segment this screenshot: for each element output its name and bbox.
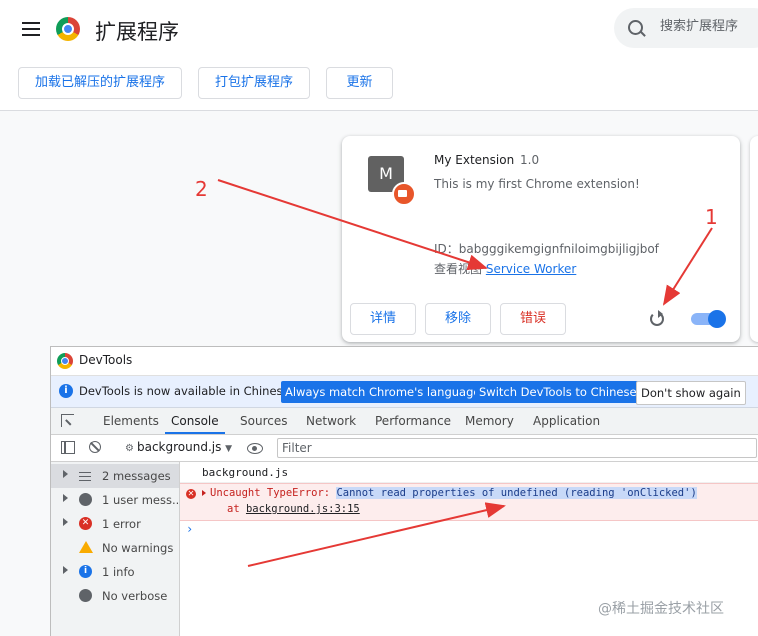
sidebar-item-errors[interactable]: ✕ 1 error: [51, 512, 179, 536]
remove-button[interactable]: 移除: [425, 303, 491, 335]
chrome-logo-icon: [56, 17, 80, 41]
devtools-window: DevTools i DevTools is now available in …: [50, 346, 758, 636]
extensions-header: 扩展程序: [0, 0, 758, 60]
verbose-icon: [79, 589, 92, 602]
inspect-views-row: 查看视图 Service Worker: [434, 260, 576, 277]
context-selector[interactable]: ⚙ background.js ▼: [125, 440, 232, 454]
match-language-button[interactable]: Always match Chrome's language: [281, 381, 485, 403]
tab-network[interactable]: Network: [306, 408, 356, 434]
switch-chinese-button[interactable]: Switch DevTools to Chinese: [475, 381, 641, 403]
load-unpacked-button[interactable]: 加载已解压的扩展程序: [18, 67, 182, 99]
search-input[interactable]: [658, 18, 758, 35]
chrome-logo-icon: [57, 353, 73, 369]
inspect-views-label: 查看视图: [434, 262, 483, 276]
clear-console-icon[interactable]: [89, 441, 101, 453]
sidebar-item-label: 1 error: [102, 517, 141, 531]
annotation-1: 1: [705, 205, 718, 229]
errors-button[interactable]: 错误: [500, 303, 566, 335]
pack-extension-button[interactable]: 打包扩展程序: [198, 67, 310, 99]
inspect-element-icon[interactable]: [61, 414, 74, 427]
sidebar-item-info[interactable]: i 1 info: [51, 560, 179, 584]
console-error-entry: ✕ Uncaught TypeError: Cannot read proper…: [180, 483, 758, 521]
console-toolbar: ⚙ background.js ▼: [51, 435, 758, 462]
developer-toolbar: 加载已解压的扩展程序 打包扩展程序 更新: [0, 60, 758, 111]
update-button[interactable]: 更新: [326, 67, 393, 99]
list-icon: [79, 469, 92, 482]
console-sidebar: 2 messages 1 user mess... ✕ 1 error No w…: [51, 462, 180, 636]
user-icon: [79, 493, 92, 506]
sidebar-item-label: 1 info: [102, 565, 135, 579]
error-message: Cannot read properties of undefined (rea…: [336, 487, 697, 499]
extension-version: 1.0: [520, 153, 540, 167]
tab-elements[interactable]: Elements: [103, 408, 159, 434]
chevron-down-icon: ▼: [225, 444, 233, 454]
devtools-title: DevTools: [79, 353, 133, 367]
gear-icon: ⚙: [125, 443, 134, 454]
expand-caret-icon[interactable]: [63, 494, 68, 502]
console-log-line: background.js: [180, 462, 758, 483]
warning-icon: [79, 541, 93, 553]
search-box[interactable]: [614, 8, 758, 48]
sidebar-item-verbose[interactable]: No verbose: [51, 584, 179, 608]
search-icon: [628, 20, 643, 35]
record-badge-icon: [392, 182, 416, 206]
sidebar-item-messages[interactable]: 2 messages: [51, 464, 179, 488]
language-infobar: i DevTools is now available in Chinese! …: [51, 376, 758, 408]
next-extension-card: [750, 136, 758, 342]
dont-show-again-button[interactable]: Don't show again: [636, 381, 746, 405]
expand-caret-icon[interactable]: [63, 566, 68, 574]
sidebar-item-warnings[interactable]: No warnings: [51, 536, 179, 560]
filter-input[interactable]: [277, 438, 757, 458]
error-icon: ✕: [79, 517, 92, 530]
devtools-tabbar: Elements Console Sources Network Perform…: [51, 408, 758, 435]
sidebar-item-label: 2 messages: [102, 469, 171, 483]
sidebar-item-label: No warnings: [102, 541, 174, 555]
error-at-label: at: [227, 503, 246, 515]
tab-memory[interactable]: Memory: [465, 408, 514, 434]
extension-name: My Extension: [434, 153, 515, 167]
error-type: Uncaught TypeError:: [210, 487, 337, 499]
error-source-link[interactable]: background.js:3:15: [246, 503, 360, 515]
sidebar-item-label: No verbose: [102, 589, 168, 603]
details-button[interactable]: 详情: [350, 303, 416, 335]
sidebar-item-label: 1 user mess...: [102, 493, 178, 507]
extension-description: This is my first Chrome extension!: [434, 177, 640, 191]
expand-caret-icon[interactable]: [63, 518, 68, 526]
extension-id: ID：babgggikemgignfniloimgbijligjbof: [434, 242, 659, 256]
info-icon: i: [59, 384, 73, 398]
tab-sources[interactable]: Sources: [240, 408, 287, 434]
watermark: @稀土掘金技术社区: [598, 601, 724, 617]
toggle-knob[interactable]: [708, 310, 726, 328]
expand-caret-icon[interactable]: [202, 490, 206, 496]
live-expression-eye-icon[interactable]: [247, 443, 263, 454]
reload-icon[interactable]: [650, 310, 664, 326]
context-label: background.js: [136, 440, 222, 454]
error-message-line: Uncaught TypeError: Cannot read properti…: [210, 487, 697, 499]
error-icon: ✕: [186, 489, 196, 499]
service-worker-link[interactable]: Service Worker: [486, 262, 576, 276]
console-prompt[interactable]: ›: [186, 522, 193, 536]
tab-performance[interactable]: Performance: [375, 408, 451, 434]
log-text: background.js: [202, 466, 289, 479]
expand-caret-icon[interactable]: [63, 470, 68, 478]
hamburger-menu-icon[interactable]: [22, 22, 40, 36]
extension-card: M My Extension 1.0 This is my first Chro…: [342, 136, 740, 342]
error-stack-line: at background.js:3:15: [227, 503, 360, 515]
sidebar-item-user-messages[interactable]: 1 user mess...: [51, 488, 179, 512]
tab-application[interactable]: Application: [533, 408, 600, 434]
infobar-text: DevTools is now available in Chinese!: [79, 384, 295, 398]
devtools-titlebar: DevTools: [51, 347, 758, 376]
annotation-2: 2: [195, 177, 208, 201]
tab-console[interactable]: Console: [165, 408, 225, 434]
info-icon: i: [79, 565, 92, 578]
page-title: 扩展程序: [95, 20, 179, 44]
sidebar-toggle-icon[interactable]: [61, 441, 75, 454]
